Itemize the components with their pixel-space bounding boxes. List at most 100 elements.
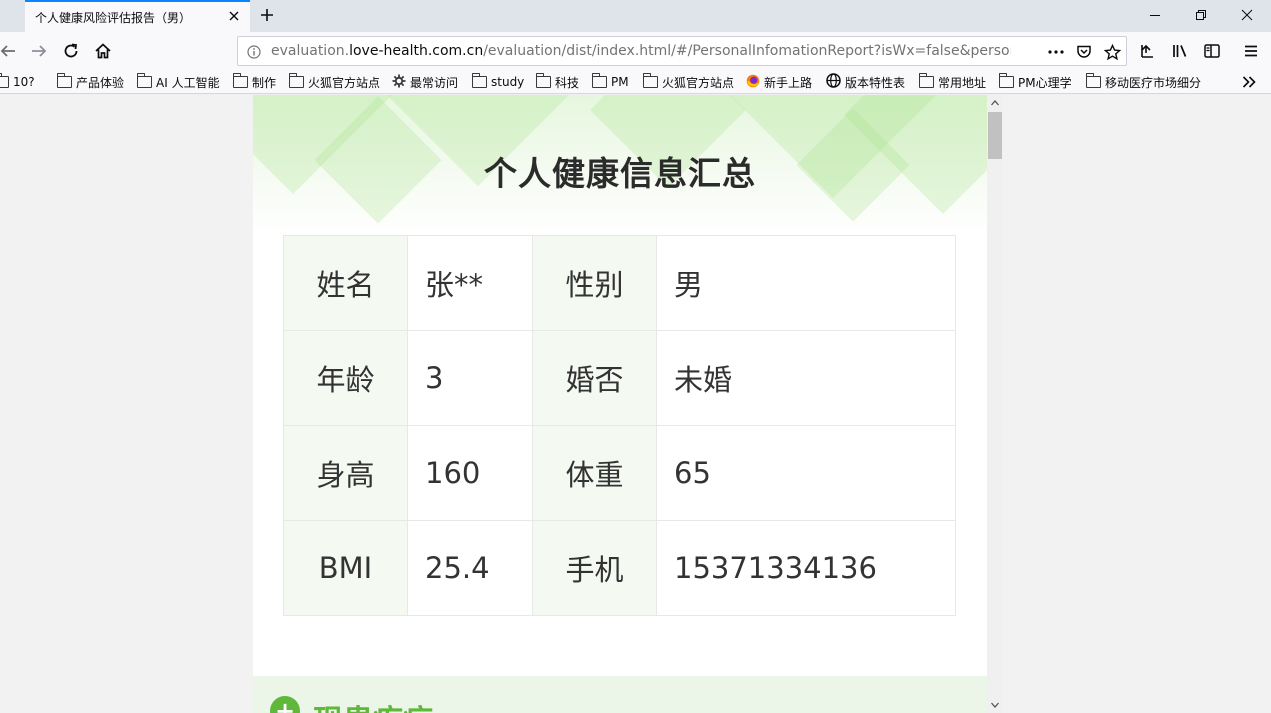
gender-value: 男: [656, 235, 956, 331]
active-tab[interactable]: 个人健康风险评估报告（男）: [25, 0, 250, 32]
globe-icon: [826, 73, 841, 91]
overflow-chevron-icon[interactable]: [1242, 73, 1256, 91]
folder-icon: [591, 73, 607, 88]
scroll-down-icon[interactable]: [987, 697, 1003, 713]
bookmark-label: study: [491, 75, 525, 89]
bookmark-item[interactable]: 制作: [232, 73, 277, 91]
marital-value: 未婚: [656, 330, 956, 426]
bookmark-label: 制作: [252, 75, 277, 90]
folder-icon: [136, 73, 152, 88]
age-label: 年龄: [283, 330, 408, 426]
phone-label: 手机: [532, 520, 657, 616]
scroll-up-icon[interactable]: [987, 95, 1003, 111]
weight-label: 体重: [532, 425, 657, 521]
weight-value: 65: [656, 425, 956, 521]
scrollbar-thumb[interactable]: [988, 112, 1002, 159]
plus-icon: +: [270, 696, 300, 713]
bookmark-label: PM心理学: [1018, 75, 1072, 90]
bookmark-item[interactable]: 新手上路: [746, 73, 812, 91]
menu-icon[interactable]: [1239, 39, 1263, 63]
bookmark-item[interactable]: 10?: [0, 73, 35, 91]
table-row: 姓名 张** 性别 男: [283, 235, 956, 331]
bookmark-label: 最常访问: [410, 75, 459, 90]
minimize-icon[interactable]: [1140, 4, 1170, 26]
bookmark-item[interactable]: 科技: [535, 73, 580, 91]
personal-info-table: 姓名 张** 性别 男 年龄 3 婚否 未婚 身高 160 体重 65 BMI …: [283, 235, 956, 616]
folder-icon: [1085, 73, 1101, 88]
bookmark-item[interactable]: 版本特性表: [826, 73, 905, 91]
folder-icon: [998, 73, 1014, 88]
height-label: 身高: [283, 425, 408, 521]
folder-icon: [642, 73, 658, 88]
bmi-value: 25.4: [407, 520, 533, 616]
table-row: BMI 25.4 手机 15371334136: [283, 520, 956, 616]
bookmark-label: 火狐官方站点: [662, 75, 735, 90]
restore-icon[interactable]: [1186, 4, 1216, 26]
bookmark-label: 10?: [13, 75, 35, 89]
page-scrollbar[interactable]: [987, 95, 1003, 713]
phone-value: 15371334136: [656, 520, 956, 616]
bookmark-item[interactable]: PM心理学: [998, 73, 1072, 91]
name-value: 张**: [407, 235, 533, 331]
folder-icon: [0, 73, 9, 88]
url-bar[interactable]: evaluation.love-health.com.cn/evaluation…: [237, 36, 1127, 66]
height-value: 160: [407, 425, 533, 521]
age-value: 3: [407, 330, 533, 426]
bookmark-item[interactable]: 常用地址: [918, 73, 986, 91]
gender-label: 性别: [532, 235, 657, 331]
window-close-icon[interactable]: [1232, 4, 1262, 26]
bookmark-item[interactable]: 产品体验: [56, 73, 125, 91]
pocket-icon[interactable]: [1074, 42, 1094, 62]
library-icon[interactable]: [1136, 39, 1160, 63]
folder-icon: [232, 73, 248, 88]
bookmarks-library-icon[interactable]: [1168, 39, 1192, 63]
bookmark-item[interactable]: 移动医疗市场细分: [1085, 73, 1202, 91]
url-prefix: evaluation.: [271, 43, 350, 59]
bookmark-label: 产品体验: [76, 75, 125, 90]
back-icon[interactable]: [0, 39, 20, 63]
folder-icon: [918, 73, 934, 88]
bookmark-label: 移动医疗市场细分: [1105, 75, 1202, 90]
marital-label: 婚否: [532, 330, 657, 426]
firefox-icon: [746, 74, 760, 91]
forward-icon[interactable]: [27, 39, 51, 63]
tab-title: 个人健康风险评估报告（男）: [35, 10, 192, 25]
table-row: 年龄 3 婚否 未婚: [283, 330, 956, 426]
table-row: 身高 160 体重 65: [283, 425, 956, 521]
folder-icon: [56, 73, 72, 88]
info-icon[interactable]: [244, 42, 264, 62]
bookmark-item[interactable]: 火狐官方站点: [642, 73, 735, 91]
new-tab-icon[interactable]: [256, 4, 278, 26]
folder-icon: [535, 73, 551, 88]
bookmark-label: 版本特性表: [845, 75, 906, 90]
url-host: love-health.com.cn: [349, 43, 484, 59]
bookmark-label: 科技: [555, 75, 580, 90]
folder-icon: [471, 73, 487, 88]
reload-icon[interactable]: [59, 39, 83, 63]
bookmarks-toolbar: 10? 产品体验 AI 人工智能 制作 火狐官方站点 最常访问 study 科技…: [0, 70, 1271, 94]
bookmark-item[interactable]: AI 人工智能: [136, 73, 220, 91]
gear-icon: [392, 74, 406, 91]
bookmark-item[interactable]: study: [471, 73, 525, 91]
report-page: 个人健康信息汇总 姓名 张** 性别 男 年龄 3 婚否 未婚 身高 160 体…: [253, 95, 987, 713]
name-label: 姓名: [283, 235, 408, 331]
bookmark-item[interactable]: 火狐官方站点: [288, 73, 380, 91]
browser-titlebar: 个人健康风险评估报告（男）: [0, 0, 1271, 32]
bookmark-item[interactable]: PM: [591, 73, 629, 91]
sidebar-icon[interactable]: [1200, 39, 1224, 63]
page-viewport: 个人健康信息汇总 姓名 张** 性别 男 年龄 3 婚否 未婚 身高 160 体…: [0, 95, 1271, 713]
more-icon[interactable]: [1046, 42, 1066, 62]
page-title: 个人健康信息汇总: [484, 154, 756, 193]
folder-icon: [288, 73, 304, 88]
bookmark-item[interactable]: 最常访问: [392, 73, 458, 91]
bookmark-label: 新手上路: [764, 75, 813, 90]
url-path: /evaluation/dist/index.html/#/PersonalIn…: [483, 43, 1011, 59]
section-title: 现患疾病: [313, 696, 433, 713]
bmi-label: BMI: [283, 520, 408, 616]
navigation-toolbar: evaluation.love-health.com.cn/evaluation…: [0, 32, 1271, 70]
home-icon[interactable]: [91, 39, 115, 63]
star-icon[interactable]: [1102, 42, 1122, 62]
url-text[interactable]: evaluation.love-health.com.cn/evaluation…: [271, 43, 1011, 59]
close-tab-icon[interactable]: [226, 8, 242, 24]
bookmark-label: AI 人工智能: [156, 75, 220, 90]
